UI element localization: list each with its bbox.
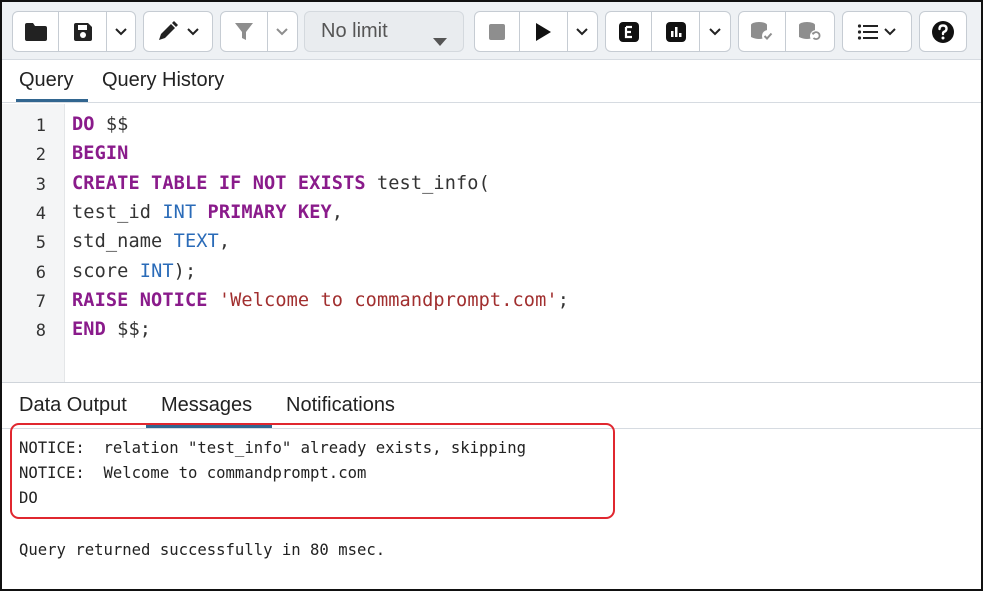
save-options-dropdown[interactable] [107,12,135,51]
open-file-button[interactable] [13,12,59,51]
commit-icon [749,21,775,43]
tab-messages[interactable]: Messages [146,383,272,428]
explain-button[interactable] [606,12,653,51]
filter-button-group [220,11,298,52]
chevron-down-icon [883,27,897,37]
commit-button[interactable] [739,12,787,51]
query-tool-window: No limit Query Query History 1 2 3 4 5 6… [0,0,983,591]
line-number: 5 [35,233,46,254]
code-token: test_info( [365,172,490,194]
explain-options-dropdown[interactable] [700,12,730,51]
row-limit-select[interactable]: No limit [304,11,464,52]
code-token: INT [162,201,197,223]
code-token: $$; [105,319,152,341]
explain-button-group [605,11,731,52]
code-token: INT [139,260,174,282]
chevron-down-icon [275,27,289,37]
explain-analyze-icon [665,21,687,43]
filter-button[interactable] [221,12,268,51]
edit-pen-icon [156,20,182,43]
code-token: score [72,260,140,282]
tab-notifications[interactable]: Notifications [286,383,395,428]
code-token: $$ [94,114,129,135]
code-line: DO $$ [72,114,128,135]
line-number: 4 [35,203,46,224]
line-number: 1 [35,116,46,136]
help-icon [931,20,955,44]
highlight-annotation-box [10,423,615,519]
play-icon [534,22,552,42]
editor-tab-bar: Query Query History [2,60,981,103]
execute-button-group [474,11,598,52]
line-number: 2 [35,145,46,166]
explain-analyze-button[interactable] [652,12,701,51]
line-number: 8 [35,321,46,342]
code-line: CREATE TABLE IF NOT EXISTS test_info( [72,173,490,194]
help-button-group [919,11,967,52]
code-token: RAISE NOTICE [72,289,208,311]
code-token: test_id [72,201,163,223]
edit-button-group [143,11,213,52]
code-token: 'Welcome to commandprompt.com' [218,289,558,311]
chevron-down-icon [575,27,589,37]
code-token: CREATE TABLE IF NOT EXISTS [72,172,366,194]
chevron-down-icon [708,27,722,37]
code-line: RAISE NOTICE 'Welcome to commandprompt.c… [72,290,569,311]
execute-options-dropdown[interactable] [568,12,598,51]
help-button[interactable] [920,12,966,51]
row-limit-value: No limit [321,20,388,42]
code-token: ); [173,260,197,282]
cancel-query-button[interactable] [475,12,521,51]
macros-icon [857,23,879,41]
code-token: TEXT [173,231,219,253]
query-summary-message: Query returned successfully in 80 msec. [19,541,386,559]
code-line: END $$; [72,319,151,340]
code-token: , [331,201,344,223]
line-number-gutter: 1 2 3 4 5 6 7 8 [2,104,65,382]
query-toolbar: No limit [2,2,981,60]
code-token: std_name [72,231,174,253]
code-token: DO [72,114,95,135]
stop-icon [488,23,506,41]
line-number: 6 [35,262,46,283]
code-token: PRIMARY KEY [207,201,332,223]
caret-down-icon [433,29,447,52]
macros-dropdown[interactable] [843,12,911,51]
rollback-button[interactable] [786,12,834,51]
chevron-down-icon [114,27,128,37]
tab-data-output[interactable]: Data Output [19,383,127,428]
macros-button-group [842,11,912,52]
code-line: BEGIN [72,143,128,164]
file-button-group [12,11,136,52]
folder-open-icon [24,22,48,42]
explain-icon [618,21,640,43]
code-line: score INT); [72,261,196,282]
filter-icon [233,21,255,43]
code-line: std_name TEXT, [72,231,230,252]
code-token: , [218,231,231,253]
save-icon [72,21,94,43]
filter-options-dropdown[interactable] [268,12,297,51]
code-token: BEGIN [72,143,129,165]
edit-options-dropdown[interactable] [144,12,212,51]
save-file-button[interactable] [59,12,107,51]
tab-query[interactable]: Query [16,60,88,102]
sql-editor[interactable]: 1 2 3 4 5 6 7 8 DO $$ BEGIN CREATE TABLE IF NOT E… [2,104,981,382]
line-number: 7 [35,291,46,312]
chevron-down-icon [186,27,200,37]
rollback-icon [797,21,823,43]
tab-query-history[interactable]: Query History [102,60,242,102]
transaction-button-group [738,11,835,52]
line-number: 3 [35,174,46,195]
code-token: ; [557,289,569,311]
execute-query-button[interactable] [520,12,568,51]
code-line: test_id INT PRIMARY KEY, [72,202,343,223]
code-token: END [72,319,106,341]
